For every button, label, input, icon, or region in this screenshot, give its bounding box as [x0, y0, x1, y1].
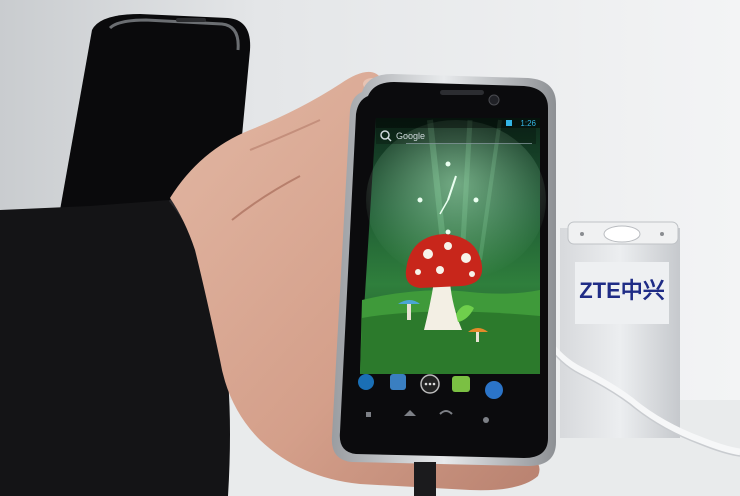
browser-app-icon[interactable] — [485, 381, 503, 399]
search-bar[interactable]: Google — [376, 128, 536, 144]
status-bar — [376, 118, 540, 128]
front-camera — [488, 94, 500, 106]
messaging-app-icon[interactable] — [452, 376, 470, 392]
display-stand: ZTE中兴 — [560, 221, 680, 438]
phone-app-icon[interactable] — [358, 374, 374, 390]
earpiece — [440, 90, 484, 95]
signal-icon — [506, 120, 512, 126]
search-placeholder: Google — [396, 131, 425, 141]
usb-cable — [414, 462, 436, 496]
contacts-app-icon[interactable] — [390, 374, 406, 390]
clock-time: 1:26 — [520, 119, 536, 128]
menu-key-icon[interactable] — [366, 412, 371, 417]
photo-scene: ZTE中兴 1:26 Google — [0, 0, 740, 496]
search-key-icon[interactable] — [483, 417, 489, 423]
brand-label: ZTE中兴 — [579, 278, 665, 303]
phone-screen: 1:26 Google — [358, 118, 546, 399]
